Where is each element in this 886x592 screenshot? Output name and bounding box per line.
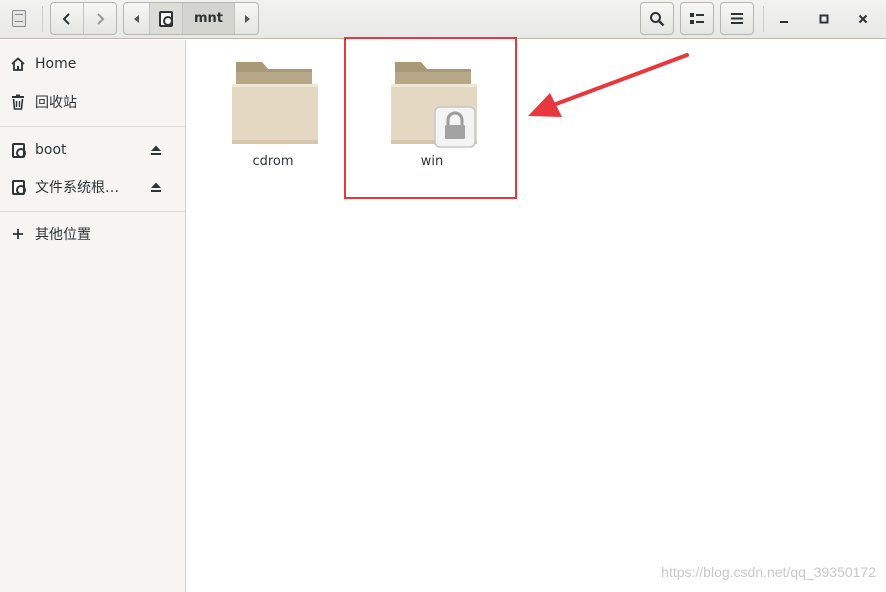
back-button[interactable] [51,3,83,34]
triangle-left-icon [133,14,139,23]
toolbar-separator [42,6,43,32]
eject-icon[interactable] [149,143,163,157]
sidebar-item-home[interactable]: Home [0,47,185,81]
annotation-highlight-box [344,37,517,199]
search-icon [650,11,665,26]
triangle-right-icon [244,14,250,23]
watermark-text: https://blog.csdn.net/qq_39350172 [661,564,876,580]
sidebar-item-boot[interactable]: boot [0,133,185,167]
path-bar: mnt [123,2,259,35]
sidebar-item-label: 文件系统根… [35,180,119,196]
drive-icon [12,10,26,27]
maximize-button[interactable] [813,8,835,30]
sidebar-item-other-locations[interactable]: 其他位置 [0,217,185,251]
chevron-left-icon [62,12,70,25]
sidebar-item-filesystem-root[interactable]: 文件系统根… [0,170,185,204]
chevron-right-icon [97,12,105,25]
sidebar-item-trash[interactable]: 回收站 [0,85,185,119]
close-icon [858,14,868,24]
minimize-button[interactable] [773,8,795,30]
file-name: cdrom [252,154,294,169]
sidebar-item-label: 回收站 [35,95,77,111]
folder-icon [232,62,318,144]
drive-icon [10,179,26,195]
drive-icon [159,10,173,27]
path-scroll-right-button[interactable] [235,3,258,34]
hamburger-menu-icon [731,13,743,24]
view-toggle-button[interactable] [680,2,714,35]
path-root-button[interactable] [150,3,183,34]
plus-icon [10,226,26,242]
header-bar: mnt [0,0,886,39]
path-scroll-left-button[interactable] [124,3,150,34]
forward-button[interactable] [83,3,116,34]
trash-icon [10,94,26,110]
home-icon [10,56,26,72]
sidebar-item-label: Home [35,56,77,72]
search-button[interactable] [640,2,674,35]
sidebar-item-label: 其他位置 [35,227,91,243]
sidebar-item-label: boot [35,142,67,158]
menu-button[interactable] [720,2,754,35]
drive-icon [10,142,26,158]
sidebar-separator [0,126,185,127]
close-button[interactable] [852,8,874,30]
file-view: cdrom win [187,40,886,592]
folder-item[interactable]: cdrom [223,58,323,178]
navigation-buttons [50,2,117,35]
eject-icon[interactable] [149,180,163,194]
sidebar-separator [0,211,185,212]
minimize-icon [780,21,788,23]
maximize-icon [819,14,829,24]
sidebar: Home 回收站 boot 文件系统根… 其他位置 [0,40,186,592]
toolbar-separator [763,6,764,32]
path-segment-mnt[interactable]: mnt [183,3,235,34]
list-view-icon [690,12,704,24]
